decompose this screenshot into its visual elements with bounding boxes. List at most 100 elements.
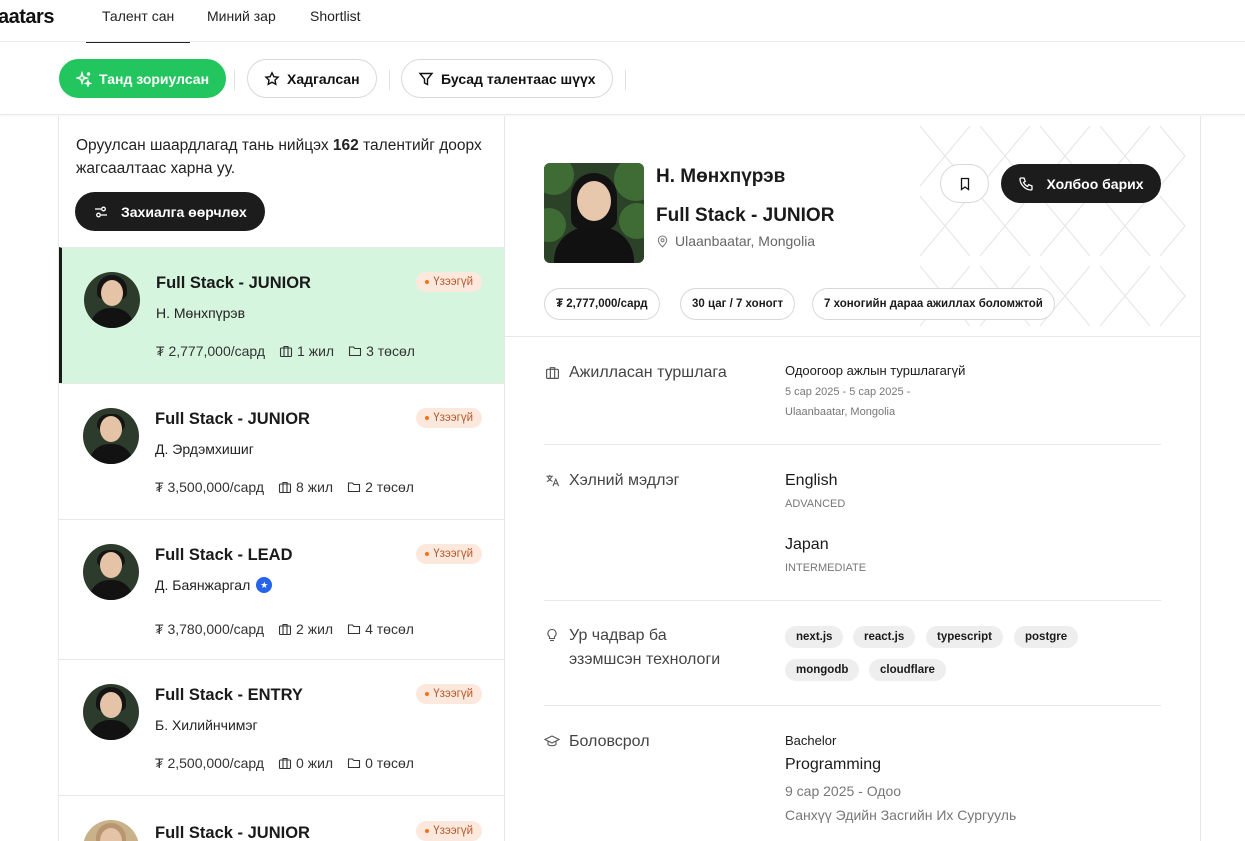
talent-card[interactable]: Full Stack - LEAD Д. Баянжаргал ★ ₮ 3,780… xyxy=(59,519,504,660)
status-badge: Үзээгүй xyxy=(416,408,482,428)
translate-icon xyxy=(544,473,560,488)
education-dates: 9 сар 2025 - Одоо xyxy=(785,783,902,799)
card-salary: ₮ 3,780,000/сард xyxy=(155,621,265,637)
divider xyxy=(544,705,1161,706)
avatar xyxy=(83,684,139,740)
app-logo[interactable]: aatars xyxy=(0,6,54,29)
education-school: Санхүү Эдийн Засгийн Их Сургууль xyxy=(785,807,1017,823)
recommended-button[interactable]: Танд зориулсан xyxy=(59,59,227,98)
card-name: Н. Мөнхпүрэв xyxy=(156,305,246,321)
card-title: Full Stack - JUNIOR xyxy=(156,274,311,292)
divider xyxy=(544,600,1161,601)
card-experience: 2 жил xyxy=(296,621,334,637)
detail-name: Н. Мөнхпүрэв xyxy=(656,166,786,187)
folder-icon xyxy=(348,344,362,358)
briefcase-icon xyxy=(279,344,293,358)
experience-place: Ulaanbaatar, Mongolia xyxy=(785,406,896,418)
language-level: ADVANCED xyxy=(785,498,846,510)
talent-list-panel: Оруулсан шаардлагад тань нийцэх 162 тале… xyxy=(58,116,505,841)
card-salary: ₮ 2,777,000/сард xyxy=(156,343,266,359)
skill-tag: next.js xyxy=(785,626,844,648)
status-badge: Үзээгүй xyxy=(416,544,482,564)
divider xyxy=(389,70,390,90)
divider xyxy=(625,70,626,90)
results-count: 162 xyxy=(332,137,359,154)
tab-my-listings[interactable]: Миний зар xyxy=(207,8,276,24)
skill-tag: typescript xyxy=(926,626,1003,648)
avatar xyxy=(83,820,139,841)
experience-value: Одоогоор ажлын туршлагагүй xyxy=(785,363,966,378)
results-summary: Оруулсан шаардлагад тань нийцэх 162 тале… xyxy=(76,137,482,177)
talent-card[interactable]: Full Stack - JUNIOR Д. Эрдэмхишиг ₮ 3,50… xyxy=(59,383,504,520)
avatar xyxy=(83,408,139,464)
hours-chip: 30 цаг / 7 хоногт xyxy=(680,288,796,320)
edit-order-label: Захиалга өөрчлөх xyxy=(121,203,247,220)
profile-photo xyxy=(544,163,644,263)
languages-section-label: Хэлний мэдлэг xyxy=(544,469,679,493)
talent-card[interactable]: Full Stack - JUNIOR Үзээгүй xyxy=(59,795,504,841)
skills-section-label: Ур чадвар ба эзэмшсэн технологи xyxy=(544,624,720,672)
briefcase-icon xyxy=(278,756,292,770)
tab-shortlist[interactable]: Shortlist xyxy=(310,8,361,24)
card-projects: 3 төсөл xyxy=(366,343,415,359)
card-experience: 1 жил xyxy=(297,343,335,359)
education-section-label: Боловсрол xyxy=(544,730,650,754)
avatar xyxy=(83,544,139,600)
bookmark-button[interactable] xyxy=(940,164,989,203)
phone-icon xyxy=(1018,176,1034,192)
filter-bar: Танд зориулсан Хадгалсан Бусад талентаас… xyxy=(0,43,1245,115)
experience-dates: 5 сар 2025 - 5 сар 2025 - xyxy=(785,386,911,398)
filter-other-label: Бусад талентаас шүүх xyxy=(441,70,596,87)
card-title: Full Stack - ENTRY xyxy=(155,686,303,704)
card-meta: ₮ 2,500,000/сард 0 жил 0 төсөл xyxy=(155,755,414,771)
edit-order-button[interactable]: Захиалга өөрчлөх xyxy=(75,192,265,231)
salary-chip: ₮ 2,777,000/сард xyxy=(544,288,660,320)
card-meta: ₮ 3,780,000/сард 2 жил 4 төсөл xyxy=(155,621,414,637)
folder-icon xyxy=(347,480,361,494)
skill-tag: cloudflare xyxy=(869,659,946,681)
folder-icon xyxy=(347,622,361,636)
detail-title: Full Stack - JUNIOR xyxy=(656,205,835,226)
contact-button[interactable]: Холбоо барих xyxy=(1001,164,1161,203)
language-name: English xyxy=(785,472,838,489)
tab-talent-pool[interactable]: Талент сан xyxy=(85,8,191,44)
talent-card[interactable]: Full Stack - ENTRY Б. Хилийнчимэг ₮ 2,50… xyxy=(59,659,504,796)
sparkle-icon xyxy=(76,70,92,87)
card-salary: ₮ 2,500,000/сард xyxy=(155,755,265,771)
avatar xyxy=(84,272,140,328)
recommended-label: Танд зориулсан xyxy=(99,70,210,87)
education-field: Programming xyxy=(785,756,882,773)
skill-tag: react.js xyxy=(853,626,916,648)
card-title: Full Stack - JUNIOR xyxy=(155,824,310,841)
verified-badge-icon: ★ xyxy=(256,577,273,593)
briefcase-icon xyxy=(544,365,560,380)
saved-button[interactable]: Хадгалсан xyxy=(247,59,377,98)
status-badge: Үзээгүй xyxy=(416,272,482,292)
skill-tag: postgre xyxy=(1014,626,1079,648)
skill-tag: mongodb xyxy=(785,659,860,681)
card-meta: ₮ 3,500,000/сард 8 жил 2 төсөл xyxy=(155,479,414,495)
education-degree: Bachelor xyxy=(785,733,837,748)
card-projects: 0 төсөл xyxy=(365,755,414,771)
top-nav: aatars Талент сан Миний зар Shortlist xyxy=(0,0,1245,44)
location-pin-icon xyxy=(656,235,669,248)
card-salary: ₮ 3,500,000/сард xyxy=(155,479,265,495)
card-title: Full Stack - JUNIOR xyxy=(155,410,310,428)
filter-icon xyxy=(418,71,434,87)
talent-detail-panel: Н. Мөнхпүрэв Full Stack - JUNIOR Ulaanba… xyxy=(505,116,1201,841)
detail-location: Ulaanbaatar, Mongolia xyxy=(656,233,815,249)
briefcase-icon xyxy=(278,480,292,494)
sliders-icon xyxy=(93,204,109,220)
lightbulb-icon xyxy=(544,628,560,643)
star-icon xyxy=(264,70,280,87)
talent-card[interactable]: Full Stack - JUNIOR Н. Мөнхпүрэв ₮ 2,777… xyxy=(59,247,504,384)
language-level: INTERMEDIATE xyxy=(785,562,867,574)
card-experience: 0 жил xyxy=(296,755,334,771)
experience-section-label: Ажилласан туршлага xyxy=(544,361,727,385)
filter-other-button[interactable]: Бусад талентаас шүүх xyxy=(401,59,613,98)
card-name: Д. Эрдэмхишиг xyxy=(155,441,254,457)
status-badge: Үзээгүй xyxy=(416,821,482,841)
briefcase-icon xyxy=(278,622,292,636)
card-experience: 8 жил xyxy=(296,479,334,495)
card-projects: 4 төсөл xyxy=(365,621,414,637)
